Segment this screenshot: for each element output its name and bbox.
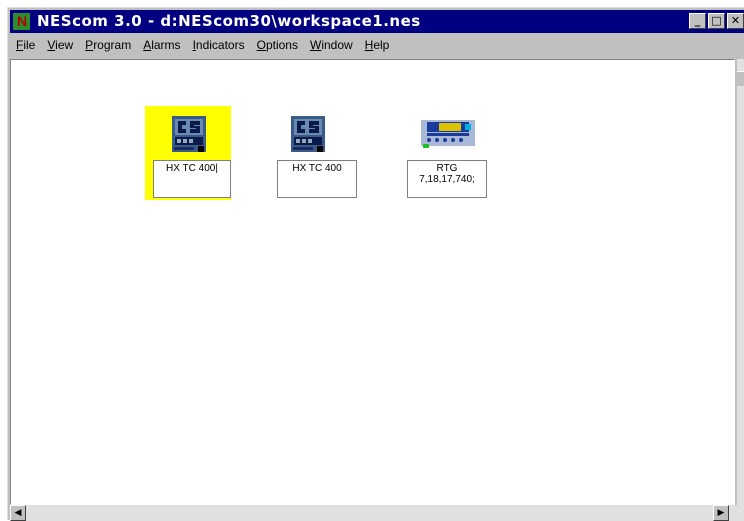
menu-file[interactable]: File xyxy=(10,34,41,56)
app-icon[interactable]: N xyxy=(13,13,30,30)
device-label[interactable]: HX TC 400| xyxy=(153,160,231,198)
close-icon: ✕ xyxy=(730,14,741,27)
menu-window[interactable]: Window xyxy=(304,34,359,56)
menu-indicators[interactable]: Indicators xyxy=(187,34,251,56)
workspace-canvas[interactable]: HX TC 400| HX TC 400 RTG 7,18,17,740; xyxy=(10,59,735,505)
title-bar[interactable]: N NEScom 3.0 - d:NEScom30\workspace1.nes… xyxy=(10,10,744,33)
maximize-icon: □ xyxy=(711,14,722,27)
menu-alarms[interactable]: Alarms xyxy=(137,34,186,56)
scroll-left-arrow-icon[interactable]: ◀ xyxy=(10,505,26,521)
hx-tc-400-icon xyxy=(172,116,206,152)
close-button[interactable]: ✕ xyxy=(727,13,744,29)
device-label[interactable]: RTG 7,18,17,740; xyxy=(407,160,487,198)
app-window: N NEScom 3.0 - d:NEScom30\workspace1.nes… xyxy=(7,7,744,521)
device-label[interactable]: HX TC 400 xyxy=(277,160,357,198)
menu-view[interactable]: View xyxy=(41,34,79,56)
device-label-address: 7,18,17,740; xyxy=(419,174,475,185)
menu-program[interactable]: Program xyxy=(79,34,137,56)
horizontal-scrollbar[interactable]: ◀ ▶ xyxy=(10,505,744,521)
maximize-button[interactable]: □ xyxy=(708,13,725,29)
menu-bar: File View Program Alarms Indicators Opti… xyxy=(10,34,744,56)
menu-options[interactable]: Options xyxy=(251,34,304,56)
device-label-name: RTG xyxy=(436,163,458,174)
hx-tc-400-icon xyxy=(291,116,325,152)
vertical-scrollbar[interactable] xyxy=(737,59,744,505)
window-title: NEScom 3.0 - d:NEScom30\workspace1.nes xyxy=(37,12,421,30)
scroll-right-arrow-icon[interactable]: ▶ xyxy=(713,505,729,521)
rtg-device-icon xyxy=(421,120,475,148)
minimize-icon: _ xyxy=(694,14,701,27)
minimize-button[interactable]: _ xyxy=(689,13,706,29)
menu-help[interactable]: Help xyxy=(359,34,396,56)
scroll-up-arrow-icon[interactable] xyxy=(737,71,744,86)
